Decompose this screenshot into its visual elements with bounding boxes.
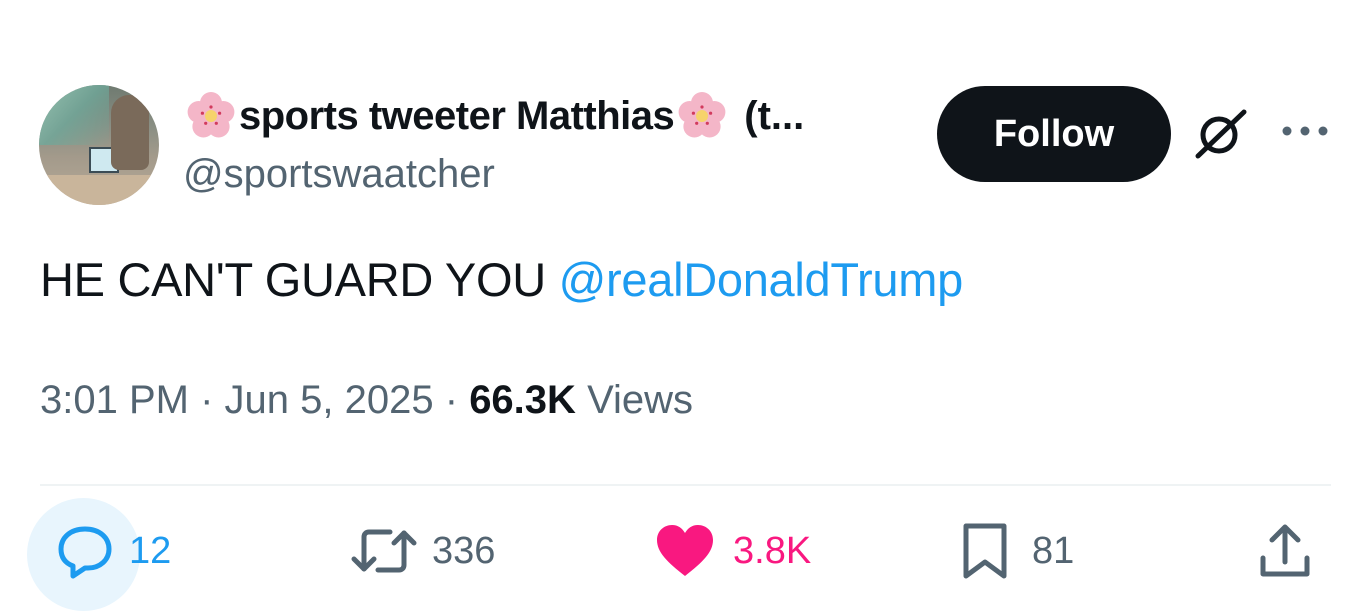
repost-icon bbox=[351, 529, 417, 573]
tweet-text: HE CAN'T GUARD YOU @realDonaldTrump bbox=[40, 252, 963, 307]
bookmark-button[interactable]: 81 bbox=[960, 516, 1074, 586]
meta-separator: · bbox=[200, 378, 214, 422]
reply-icon bbox=[58, 526, 112, 579]
views-count: 66.3K bbox=[469, 378, 576, 422]
repost-button[interactable]: 336 bbox=[350, 516, 495, 586]
repost-count: 336 bbox=[432, 529, 496, 572]
meta-separator: · bbox=[444, 378, 459, 422]
tweet-body: HE CAN'T GUARD YOU bbox=[40, 253, 546, 306]
heart-icon bbox=[657, 525, 713, 576]
cherry-blossom-icon bbox=[678, 92, 726, 138]
like-count: 3.8K bbox=[733, 529, 812, 572]
more-icon[interactable] bbox=[1280, 116, 1330, 146]
follow-button[interactable]: Follow bbox=[937, 86, 1171, 182]
reply-button[interactable]: 12 bbox=[55, 516, 171, 586]
bookmark-count: 81 bbox=[1032, 529, 1075, 572]
avatar[interactable] bbox=[39, 85, 159, 205]
bookmark-icon bbox=[963, 523, 1007, 579]
author-name-row[interactable]: sports tweeter Matthias (t... bbox=[183, 88, 804, 144]
views-label: Views bbox=[587, 378, 694, 422]
tweet-date[interactable]: Jun 5, 2025 bbox=[225, 378, 434, 422]
reply-count: 12 bbox=[129, 529, 172, 572]
mention-link[interactable]: @realDonaldTrump bbox=[559, 253, 964, 306]
grok-icon[interactable] bbox=[1192, 108, 1250, 160]
tweet-meta: 3:01 PM · Jun 5, 2025 · 66.3K Views bbox=[40, 378, 693, 423]
share-icon bbox=[1260, 524, 1310, 577]
author-handle[interactable]: @sportswaatcher bbox=[183, 152, 495, 197]
author-name-suffix[interactable]: (t... bbox=[744, 94, 804, 139]
divider bbox=[40, 484, 1331, 486]
tweet-time[interactable]: 3:01 PM bbox=[40, 378, 189, 422]
like-button[interactable]: 3.8K bbox=[655, 516, 811, 586]
author-display-name[interactable]: sports tweeter Matthias bbox=[239, 94, 675, 139]
cherry-blossom-icon bbox=[187, 92, 235, 138]
share-button[interactable] bbox=[1258, 516, 1312, 586]
